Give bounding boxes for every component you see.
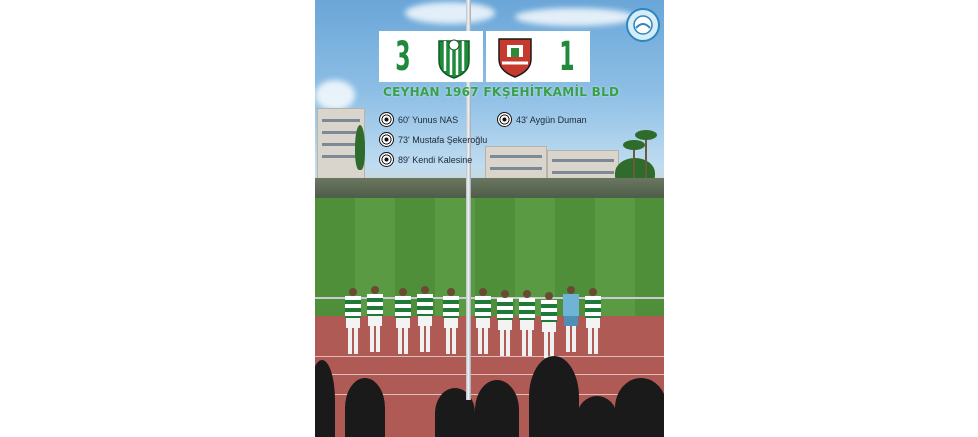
home-team-name: CEYHAN 1967 FK: [383, 85, 502, 99]
soccer-ball-icon: [379, 112, 394, 127]
soccer-ball-icon: [379, 152, 394, 167]
home-goal-event: 73' Mustafa Şekeroğlu: [379, 132, 487, 147]
soccer-ball-icon: [379, 132, 394, 147]
away-score-box: 1: [486, 31, 590, 82]
away-team-crest-icon: [497, 37, 532, 78]
home-goal-event: 89' Kendi Kalesine: [379, 152, 472, 167]
soccer-ball-icon: [497, 112, 512, 127]
away-score: 1: [558, 33, 575, 80]
away-goal-event: 43' Aygün Duman: [497, 112, 587, 127]
goal-label: 43' Aygün Duman: [516, 114, 587, 125]
cloud: [515, 8, 635, 26]
club-logo-icon: [626, 8, 660, 42]
stadium-stand: [315, 178, 664, 200]
palm-tree-top: [623, 140, 645, 150]
cloud: [315, 80, 355, 110]
goal-label: 60' Yunus NAS: [398, 114, 459, 125]
goal-label: 73' Mustafa Şekeroğlu: [398, 134, 488, 145]
home-score-box: 3: [379, 31, 483, 82]
home-score: 3: [394, 33, 411, 80]
goal-label: 89' Kendi Kalesine: [398, 154, 473, 165]
cloud: [405, 2, 495, 24]
home-goal-event: 60' Yunus NAS: [379, 112, 458, 127]
away-team-name: ŞEHİTKAMİL BLD: [502, 85, 620, 99]
home-team-crest-icon: [438, 39, 471, 79]
palm-tree-top: [635, 130, 657, 140]
tree: [355, 125, 365, 170]
